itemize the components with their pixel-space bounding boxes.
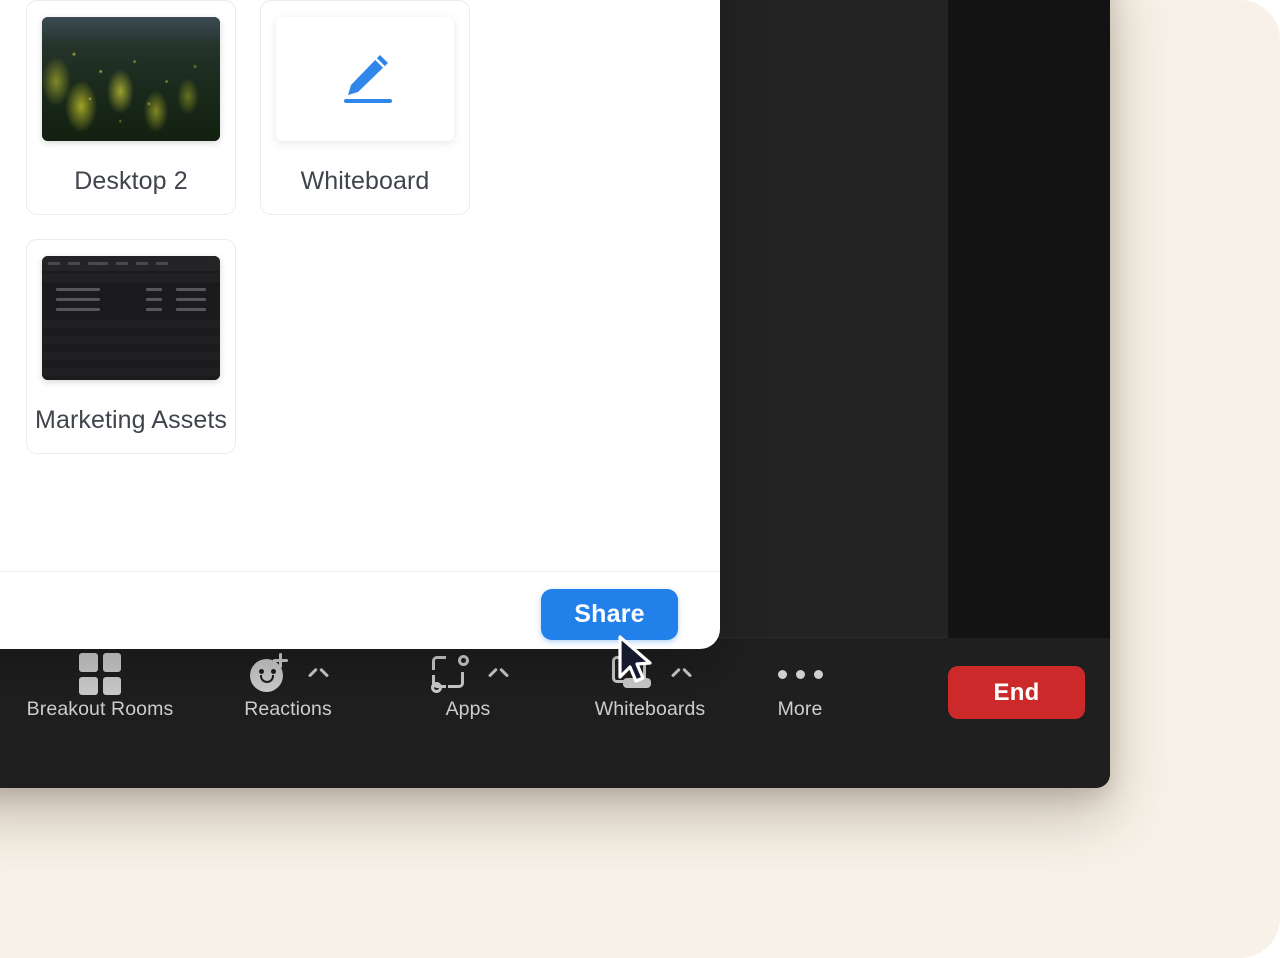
share-card-label-marketing-assets: Marketing Assets [35,406,227,434]
end-meeting-button[interactable]: End [948,666,1085,719]
toolbar-item-more[interactable]: More [740,638,860,720]
page-canvas: Breakout Rooms Reactions Apps Whiteboard… [0,0,1280,958]
whiteboards-icon-row [610,654,690,694]
whiteboard-thumbnail [276,17,454,141]
toolbar-label-reactions: Reactions [244,698,332,720]
share-button-label: Share [574,600,645,628]
reactions-icon-row [249,653,327,695]
share-card-marketing-assets[interactable]: Marketing Assets [26,239,236,454]
marketing-assets-thumbnail [42,256,220,380]
more-icon-row [772,654,828,694]
share-screen-dialog: Desktop 2 Whiteboard Marketing Assets Sh… [0,0,720,649]
share-card-desktop-2[interactable]: Desktop 2 [26,0,236,215]
share-card-label-desktop-2: Desktop 2 [74,167,188,195]
whiteboard-icon [610,653,654,695]
end-button-label: End [993,678,1040,706]
chevron-up-icon-reactions[interactable] [307,664,327,684]
dark-file-browser-thumbnail [42,256,220,380]
share-dialog-footer: Share [0,571,720,649]
share-card-label-whiteboard: Whiteboard [300,167,430,195]
apps-icon [429,653,471,695]
grid-icon [79,653,121,695]
breakout-rooms-icon-row [79,653,121,695]
apps-icon-row [429,654,507,694]
share-card-whiteboard[interactable]: Whiteboard [260,0,470,215]
meeting-sidebar-area [948,0,1110,638]
pen-icon [344,55,392,103]
meeting-toolbar: Breakout Rooms Reactions Apps Whiteboard… [0,638,1110,788]
toolbar-label-breakout-rooms: Breakout Rooms [26,698,174,720]
toolbar-label-whiteboards: Whiteboards [594,698,706,720]
smiley-plus-icon [249,653,291,695]
share-source-grid: Desktop 2 Whiteboard Marketing Assets [26,0,686,454]
toolbar-label-more: More [777,698,823,720]
chevron-up-icon-apps[interactable] [487,664,507,684]
toolbar-item-reactions[interactable]: Reactions [200,638,376,720]
forest-photo-thumbnail [42,17,220,141]
toolbar-item-breakout-rooms[interactable]: Breakout Rooms [0,638,200,720]
desktop-2-thumbnail [42,17,220,141]
toolbar-label-apps: Apps [445,698,491,720]
share-button[interactable]: Share [541,589,678,640]
toolbar-item-whiteboards[interactable]: Whiteboards [560,638,740,720]
toolbar-item-apps[interactable]: Apps [376,638,560,720]
ellipsis-icon [772,653,828,695]
toolbar-items: Breakout Rooms Reactions Apps Whiteboard… [0,638,860,747]
chevron-up-icon-whiteboards[interactable] [670,664,690,684]
